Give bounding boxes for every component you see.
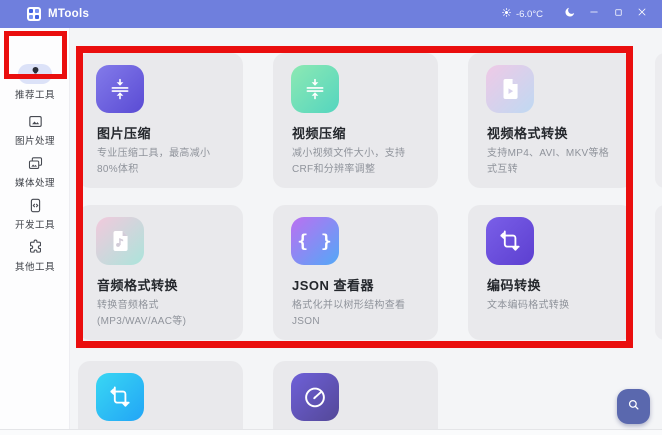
crop-icon bbox=[96, 373, 144, 421]
sidebar: 推荐工具 图片处理 媒体处理 开发工具 其他工具 bbox=[0, 28, 70, 435]
close-button[interactable] bbox=[630, 0, 654, 28]
card-partial-gauge-tool[interactable] bbox=[273, 361, 438, 435]
card-desc: 专业压缩工具，最高减小80%体积 bbox=[97, 146, 229, 177]
sidebar-item-label: 其他工具 bbox=[0, 259, 70, 273]
sidebar-item-dev-tools[interactable]: 开发工具 bbox=[0, 196, 70, 231]
card-desc: 转换音频格式(MP3/WAV/AAC等) bbox=[97, 298, 229, 329]
card-video-compress[interactable]: 视频压缩 减小视频文件大小，支持CRF和分辨率调整 bbox=[273, 53, 438, 188]
card-json-viewer[interactable]: { } JSON 查看器 格式化并以树形结构查看 JSON bbox=[273, 205, 438, 340]
sidebar-item-media-processing[interactable]: 媒体处理 bbox=[0, 154, 70, 189]
puzzle-icon bbox=[0, 238, 70, 256]
gauge-icon bbox=[291, 373, 339, 421]
card-audio-format-convert[interactable]: 音频格式转换 转换音频格式(MP3/WAV/AAC等) bbox=[78, 205, 243, 340]
theme-toggle-button[interactable] bbox=[558, 0, 582, 28]
sidebar-item-image-processing[interactable]: 图片处理 bbox=[0, 112, 70, 147]
compress-icon bbox=[291, 65, 339, 113]
sun-icon bbox=[501, 5, 512, 23]
file-video-icon bbox=[486, 65, 534, 113]
card-desc: 格式化并以树形结构查看 JSON bbox=[292, 298, 424, 329]
crop-icon bbox=[486, 217, 534, 265]
temperature-label: -6.0°C bbox=[516, 9, 543, 20]
card-desc: 支持MP4、AVI、MKV等格式互转 bbox=[487, 146, 619, 177]
card-title: 编码转换 bbox=[487, 275, 541, 294]
sidebar-item-other-tools[interactable]: 其他工具 bbox=[0, 238, 70, 273]
lightbulb-icon bbox=[29, 65, 42, 83]
dev-phone-icon bbox=[0, 196, 70, 214]
weather-widget: -6.0°C bbox=[501, 5, 543, 23]
minimize-button[interactable] bbox=[582, 0, 606, 28]
app-logo-icon bbox=[27, 7, 41, 21]
card-title: 图片压缩 bbox=[97, 123, 151, 142]
search-icon bbox=[626, 397, 641, 417]
moon-icon bbox=[564, 5, 576, 23]
card-encoding-convert[interactable]: 编码转换 文本编码格式转换 bbox=[468, 205, 633, 340]
card-desc: 减小视频文件大小，支持CRF和分辨率调整 bbox=[292, 146, 424, 177]
card-sliver bbox=[655, 53, 662, 188]
sidebar-item-label: 媒体处理 bbox=[0, 175, 70, 189]
minimize-icon bbox=[588, 5, 600, 23]
image-icon bbox=[0, 112, 70, 130]
card-sliver bbox=[655, 205, 662, 340]
window-bottom-edge bbox=[0, 429, 662, 435]
maximize-icon bbox=[613, 5, 624, 23]
close-icon bbox=[636, 5, 648, 23]
file-audio-icon bbox=[96, 217, 144, 265]
maximize-button[interactable] bbox=[606, 0, 630, 28]
card-title: JSON 查看器 bbox=[292, 275, 374, 294]
photos-icon bbox=[0, 154, 70, 172]
search-fab-button[interactable] bbox=[617, 389, 650, 424]
card-image-compress[interactable]: 图片压缩 专业压缩工具，最高减小80%体积 bbox=[78, 53, 243, 188]
active-pill bbox=[18, 64, 52, 84]
sidebar-item-label: 推荐工具 bbox=[0, 87, 70, 101]
card-title: 视频格式转换 bbox=[487, 123, 568, 142]
sidebar-item-recommended-tools[interactable]: 推荐工具 bbox=[0, 64, 70, 101]
sidebar-item-label: 图片处理 bbox=[0, 133, 70, 147]
app-title: MTools bbox=[48, 8, 89, 20]
sidebar-item-label: 开发工具 bbox=[0, 217, 70, 231]
titlebar: MTools -6.0°C bbox=[0, 0, 662, 28]
card-title: 音频格式转换 bbox=[97, 275, 178, 294]
card-video-format-convert[interactable]: 视频格式转换 支持MP4、AVI、MKV等格式互转 bbox=[468, 53, 633, 188]
card-partial-crop-tool[interactable] bbox=[78, 361, 243, 435]
card-desc: 文本编码格式转换 bbox=[487, 298, 619, 314]
braces-icon: { } bbox=[291, 217, 339, 265]
compress-icon bbox=[96, 65, 144, 113]
card-title: 视频压缩 bbox=[292, 123, 346, 142]
